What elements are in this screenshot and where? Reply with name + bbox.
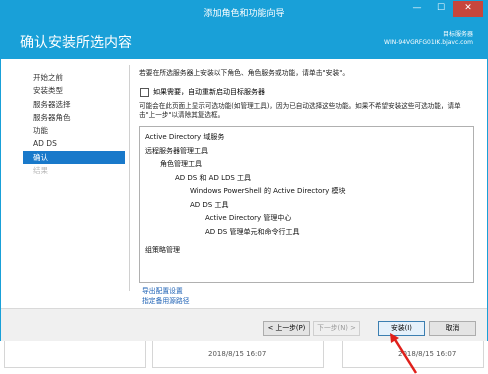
previous-button[interactable]: < 上一步(P) <box>263 321 310 336</box>
feature-item: Windows PowerShell 的 Active Directory 模块 <box>190 187 346 195</box>
feature-item: AD DS 工具 <box>190 201 229 209</box>
feature-item: Active Directory 域服务 <box>145 133 225 141</box>
alternate-source-link[interactable]: 指定备用源路径 <box>142 295 190 305</box>
intro-text: 若要在所选服务器上安装以下角色、角色服务或功能，请单击"安装"。 <box>139 69 350 77</box>
main-panel: 若要在所选服务器上安装以下角色、角色服务或功能，请单击"安装"。 如果需要，自动… <box>139 69 475 305</box>
feature-item: Active Directory 管理中心 <box>205 214 292 222</box>
nav-item-before-you-begin[interactable]: 开始之前 <box>23 71 125 84</box>
page-title: 确认安装所选内容 <box>20 35 132 51</box>
nav-item-installation-type[interactable]: 安装类型 <box>23 84 125 97</box>
nav-divider <box>129 65 130 291</box>
destination-server-label: 目标服务器 <box>442 31 473 38</box>
title-bar[interactable]: 添加角色和功能向导 — ☐ ✕ <box>1 1 487 23</box>
timestamp: 2018/8/15 16:07 <box>208 350 267 358</box>
destination-server-name: WIN-94VGRFG01IK.bjavc.com <box>384 39 473 46</box>
cancel-button[interactable]: 取消 <box>429 321 476 336</box>
feature-item: AD DS 管理单元和命令行工具 <box>205 228 300 236</box>
feature-item: 远程服务器管理工具 <box>145 147 208 155</box>
nav-item-confirmation[interactable]: 确认 <box>23 150 125 165</box>
red-arrow-annotation-icon <box>390 333 418 374</box>
nav-item-features[interactable]: 功能 <box>23 124 125 137</box>
close-button[interactable]: ✕ <box>453 1 483 17</box>
nav-item-results: 结果 <box>33 166 48 176</box>
wizard-window: 添加角色和功能向导 — ☐ ✕ 确认安装所选内容 目标服务器 WIN-94VGR… <box>0 0 488 342</box>
maximize-button[interactable]: ☐ <box>429 1 453 17</box>
restart-checkbox-label[interactable]: 如果需要，自动重新启动目标服务器 <box>153 87 265 98</box>
nav-item-server-roles[interactable]: 服务器角色 <box>23 111 125 124</box>
features-list[interactable]: Active Directory 域服务 远程服务器管理工具 角色管理工具 AD… <box>139 126 474 283</box>
export-config-link[interactable]: 导出配置设置 <box>142 285 183 295</box>
feature-item: 组策略管理 <box>145 246 180 254</box>
feature-item: 角色管理工具 <box>160 160 202 168</box>
background-tile <box>4 341 146 368</box>
wizard-content: 开始之前 安装类型 服务器选择 服务器角色 功能 AD DS 确认 结果 若要在… <box>1 59 487 341</box>
optional-features-note: 可能会在此页面上显示可选功能(如管理工具)，因为已自动选择这些功能。如果不希望安… <box>139 102 461 119</box>
wizard-nav: 开始之前 安装类型 服务器选择 服务器角色 功能 AD DS 确认 结果 <box>23 71 125 177</box>
next-button: 下一步(N) > <box>313 321 360 336</box>
nav-item-ad-ds[interactable]: AD DS <box>23 137 125 150</box>
restart-checkbox[interactable] <box>140 88 149 97</box>
minimize-button[interactable]: — <box>405 1 429 17</box>
wizard-header: 确认安装所选内容 目标服务器 WIN-94VGRFG01IK.bjavc.com <box>1 23 487 59</box>
nav-item-server-selection[interactable]: 服务器选择 <box>23 98 125 111</box>
feature-item: AD DS 和 AD LDS 工具 <box>175 174 252 182</box>
